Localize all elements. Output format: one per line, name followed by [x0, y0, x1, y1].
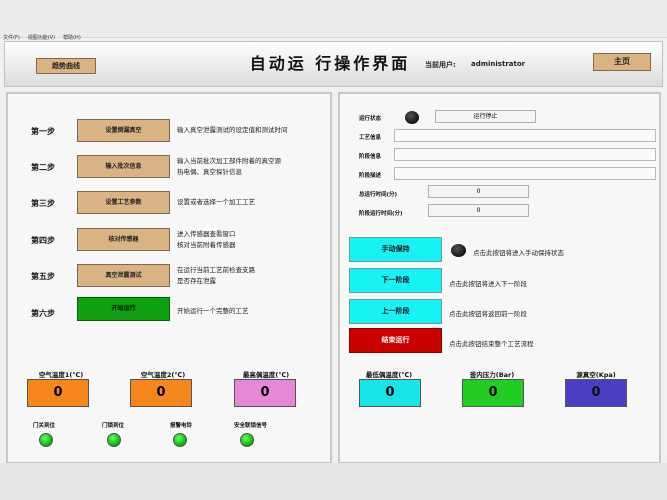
source-vacuum-value: 0	[565, 379, 627, 407]
set-process-params-button[interactable]: 设置工艺参数	[77, 191, 170, 214]
process-info-label: 工艺信息	[359, 135, 382, 141]
door-locked-label: 门锁到位	[102, 423, 125, 429]
step-2-label: 第二步	[31, 163, 55, 172]
end-run-desc: 点击此按钮结束整个工艺流程	[449, 340, 534, 348]
set-leak-vacuum-button[interactable]: 设置倒漏真空	[77, 119, 170, 142]
check-sensors-button[interactable]: 核对传感器	[77, 228, 170, 251]
total-runtime-value: 0	[428, 185, 529, 198]
step-4-desc: 进入传感器查看窗口 核对当前附着传感器	[177, 230, 236, 249]
run-state-label: 运行状态	[359, 116, 382, 122]
air-temp-2-label: 空气温度2(℃)	[140, 371, 186, 379]
page-title: 自动运 行操作界面	[249, 54, 411, 73]
min-couple-temp-value: 0	[359, 379, 421, 407]
air-temp-1-value: 0	[27, 379, 89, 407]
menu-item-view[interactable]: 视图功能(V)	[28, 34, 55, 41]
step-4-label: 第四步	[31, 236, 55, 245]
stage-runtime-label: 阶段运行时间(分)	[359, 211, 403, 217]
step-6-label: 第六步	[31, 309, 55, 318]
source-vacuum-label: 源真空(Kpa)	[576, 371, 616, 379]
step-5-label: 第五步	[31, 272, 55, 281]
process-info-field	[394, 129, 656, 142]
stage-runtime-value: 0	[428, 204, 529, 217]
total-runtime-label: 总运行时间(分)	[359, 192, 398, 198]
vacuum-leak-test-button[interactable]: 真空泄露测试	[77, 264, 170, 287]
safety-interlock-indicator-icon	[240, 433, 254, 447]
safety-interlock-label: 安全联锁信号	[234, 423, 268, 429]
door-closed-label: 门关到位	[33, 423, 56, 429]
stage-desc-label: 阶段描述	[359, 173, 382, 179]
next-stage-desc: 点击此按钮将进入下一阶段	[449, 280, 527, 288]
vessel-pressure-label: 釜内压力(Bar)	[469, 371, 515, 379]
door-locked-indicator-icon	[107, 433, 121, 447]
current-user-name: administrator	[471, 60, 526, 68]
alarm-bell-label: 报警电铃	[170, 423, 193, 429]
input-batch-info-button[interactable]: 输入批次信息	[77, 155, 170, 178]
previous-stage-desc: 点击此按钮将返回前一阶段	[449, 310, 527, 318]
air-temp-2-value: 0	[130, 379, 192, 407]
air-temp-1-label: 空气温度1(℃)	[38, 371, 84, 379]
menu-item-file[interactable]: 文件(F)	[3, 34, 20, 41]
min-couple-temp-label: 最低偶温度(℃)	[365, 371, 413, 379]
bottom-status-bar	[0, 463, 667, 500]
start-run-button[interactable]: 开始运行	[77, 297, 170, 321]
previous-stage-button[interactable]: 上一阶段	[349, 299, 442, 324]
stage-info-field	[394, 148, 656, 161]
current-user-label: 当前用户:	[425, 61, 456, 69]
step-1-desc: 输入真空泄露测试的设定值和测试时间	[177, 126, 288, 134]
vessel-pressure-value: 0	[462, 379, 524, 407]
trend-curve-button[interactable]: 趋势曲线	[36, 58, 96, 74]
manual-hold-button[interactable]: 手动保持	[349, 237, 442, 262]
stage-info-label: 阶段信息	[359, 154, 382, 160]
end-run-button[interactable]: 结束运行	[349, 328, 442, 353]
home-button[interactable]: 主页	[593, 53, 651, 71]
manual-hold-indicator-icon	[451, 244, 466, 257]
run-stop-button[interactable]: 运行停止	[435, 110, 536, 123]
manual-hold-desc: 点击此按钮将进入手动保持状态	[473, 249, 564, 257]
alarm-bell-indicator-icon	[173, 433, 187, 447]
run-state-indicator-icon	[405, 111, 419, 124]
next-stage-button[interactable]: 下一阶段	[349, 268, 442, 293]
step-2-desc: 输入当前批次加工部件附着的真空源 热电偶、真空探针信息	[177, 157, 281, 176]
step-5-desc: 在运行当前工艺前检查支路 是否存在泄露	[177, 266, 255, 285]
stage-desc-field	[394, 167, 656, 180]
max-couple-temp-label: 最高偶温度(℃)	[242, 371, 290, 379]
door-closed-indicator-icon	[39, 433, 53, 447]
max-couple-temp-value: 0	[234, 379, 296, 407]
menu-item-help[interactable]: 帮助(H)	[63, 34, 81, 41]
step-6-desc: 开始运行一个完整的工艺	[177, 307, 249, 315]
step-3-desc: 设置或者选择一个加工工艺	[177, 198, 255, 206]
step-3-label: 第三步	[31, 199, 55, 208]
step-1-label: 第一步	[31, 127, 55, 136]
